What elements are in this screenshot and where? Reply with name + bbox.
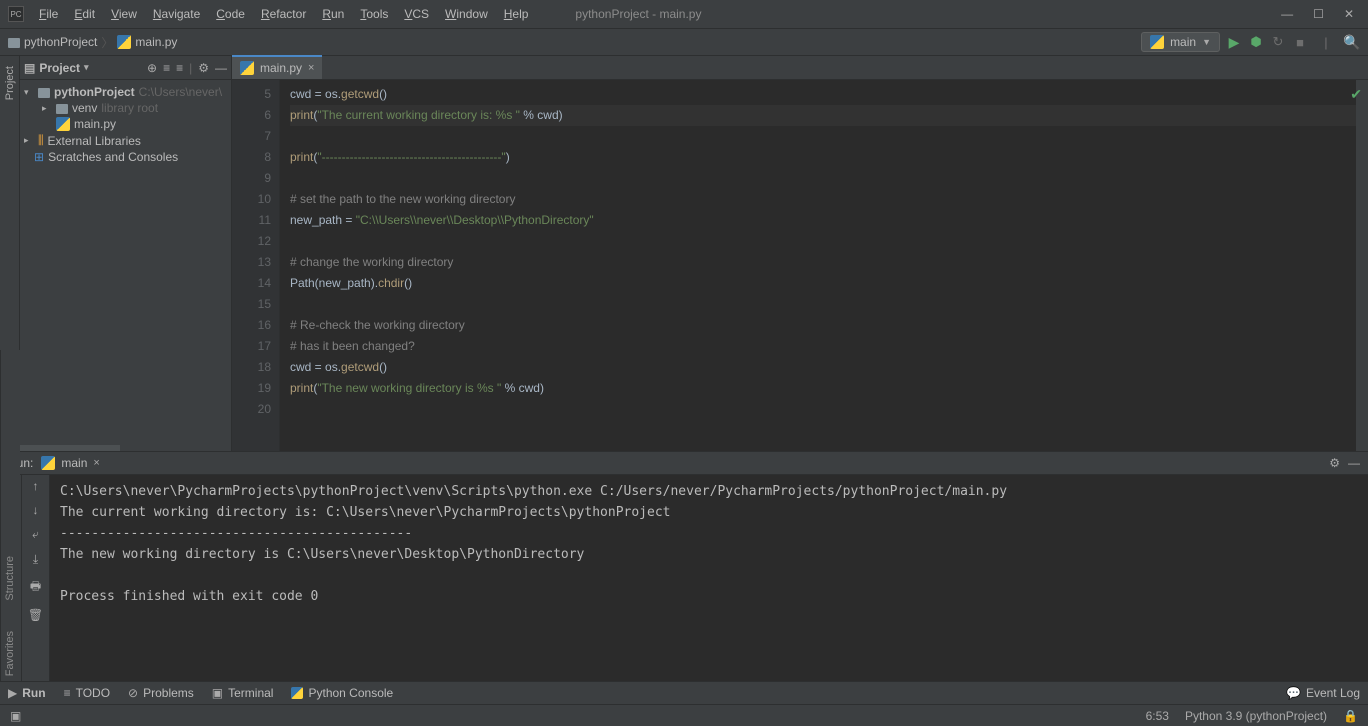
run-icon[interactable]: ▶ xyxy=(1226,34,1242,50)
clear-icon[interactable]: 🗑 xyxy=(28,608,43,622)
soft-wrap-icon[interactable]: ⤶ xyxy=(32,527,39,542)
folder-icon xyxy=(8,38,20,48)
editor: main.py × 567891011121314151617181920 cw… xyxy=(232,56,1368,451)
title-bar: PC FileEditViewNavigateCodeRefactorRunTo… xyxy=(0,0,1368,28)
window-title: pythonProject - main.py xyxy=(575,7,1281,21)
hide-icon[interactable]: — xyxy=(215,61,227,75)
python-file-icon xyxy=(117,35,131,49)
app-logo-icon: PC xyxy=(8,6,24,22)
bottom-tab-problems[interactable]: ⊘Problems xyxy=(128,686,194,700)
settings-icon[interactable]: ⚙ xyxy=(198,61,209,75)
cursor-position[interactable]: 6:53 xyxy=(1146,709,1169,723)
run-tool-window: Run: main × ⚙ — ▶ 🔧 ■ ≡ 📌 ↑ ↓ ⤶ ⤓ 🖶 🗑 C:… xyxy=(0,451,1368,681)
breadcrumb-file[interactable]: main.py xyxy=(135,35,177,49)
navigation-bar: pythonProject 〉 main.py main ▼ ▶ ⬢ ↻ ■ |… xyxy=(0,28,1368,56)
bottom-tool-stripe: Structure Favorites ▶Run ≡TODO ⊘Problems… xyxy=(0,681,1368,704)
menu-run[interactable]: Run xyxy=(315,3,351,25)
sidebar-tab-structure[interactable]: Structure xyxy=(4,556,16,601)
run-coverage-icon[interactable]: ↻ xyxy=(1270,34,1286,50)
menu-window[interactable]: Window xyxy=(438,3,495,25)
close-icon[interactable]: ✕ xyxy=(1344,7,1354,21)
stop-icon[interactable]: ■ xyxy=(1292,34,1308,50)
hide-icon[interactable]: — xyxy=(1348,456,1360,470)
minimize-icon[interactable]: — xyxy=(1281,7,1293,21)
interpreter-status[interactable]: Python 3.9 (pythonProject) xyxy=(1185,709,1327,723)
lock-icon[interactable]: 🔒 xyxy=(1343,709,1358,723)
menu-edit[interactable]: Edit xyxy=(67,3,102,25)
select-opened-file-icon[interactable]: ⊕ xyxy=(147,61,157,75)
tree-file-main[interactable]: main.py xyxy=(20,116,231,132)
project-tool-window: ▤ Project▾ ⊕ ≡ ≡ | ⚙ — ▾ pythonProject C… xyxy=(20,56,232,451)
separator: | xyxy=(1318,34,1334,50)
tree-root[interactable]: ▾ pythonProject C:\Users\never\ xyxy=(20,84,231,100)
inspection-ok-icon[interactable]: ✔ xyxy=(1350,86,1362,103)
python-icon xyxy=(41,456,55,470)
run-config-selector[interactable]: main ▼ xyxy=(1141,32,1220,52)
project-panel-title: Project xyxy=(39,61,80,75)
print-icon[interactable]: 🖶 xyxy=(30,577,41,598)
run-config-name: main xyxy=(1170,35,1196,49)
breadcrumb-project[interactable]: pythonProject xyxy=(24,35,97,49)
line-number-gutter[interactable]: 567891011121314151617181920 xyxy=(232,80,280,451)
menu-view[interactable]: View xyxy=(104,3,144,25)
bottom-tab-python-console[interactable]: Python Console xyxy=(291,686,393,700)
bottom-tab-terminal[interactable]: ▣Terminal xyxy=(212,686,274,700)
collapse-all-icon[interactable]: ≡ xyxy=(176,61,183,75)
python-file-icon xyxy=(240,61,254,75)
run-tab-label: main xyxy=(61,456,87,470)
code-area[interactable]: cwd = os.getcwd()print("The current work… xyxy=(280,80,1356,451)
tab-label: main.py xyxy=(260,61,302,75)
editor-scrollbar[interactable] xyxy=(1356,80,1368,451)
bottom-tab-event-log[interactable]: 💬Event Log xyxy=(1286,686,1360,700)
python-file-icon xyxy=(56,117,70,131)
sidebar-tab-favorites[interactable]: Favorites xyxy=(4,631,16,676)
tree-external-libraries[interactable]: ▸⫼ External Libraries xyxy=(20,132,231,149)
run-console-toolbar: ↑ ↓ ⤶ ⤓ 🖶 🗑 xyxy=(22,475,50,681)
menu-refactor[interactable]: Refactor xyxy=(254,3,313,25)
search-everywhere-icon[interactable]: 🔍 xyxy=(1344,34,1360,50)
bottom-tab-todo[interactable]: ≡TODO xyxy=(64,686,110,700)
python-icon xyxy=(1150,35,1164,49)
menu-help[interactable]: Help xyxy=(497,3,536,25)
status-bar: ▣ 6:53 Python 3.9 (pythonProject) 🔒 xyxy=(0,704,1368,726)
close-tab-icon[interactable]: × xyxy=(308,62,314,74)
expand-all-icon[interactable]: ≡ xyxy=(163,61,170,75)
console-output[interactable]: C:\Users\never\PycharmProjects\pythonPro… xyxy=(50,475,1368,681)
sidebar-tab-project[interactable]: Project xyxy=(4,66,16,100)
menu-vcs[interactable]: VCS xyxy=(397,3,436,25)
scroll-end-icon[interactable]: ⤓ xyxy=(33,552,38,567)
tool-windows-icon[interactable]: ▣ xyxy=(10,709,21,723)
run-tab[interactable]: main × xyxy=(41,456,99,470)
menu-code[interactable]: Code xyxy=(209,3,252,25)
main-menu: FileEditViewNavigateCodeRefactorRunTools… xyxy=(32,3,535,25)
menu-tools[interactable]: Tools xyxy=(353,3,395,25)
debug-icon[interactable]: ⬢ xyxy=(1248,34,1264,50)
bottom-tab-run[interactable]: ▶Run xyxy=(8,686,46,700)
maximize-icon[interactable]: ☐ xyxy=(1313,7,1324,21)
up-trace-icon[interactable]: ↑ xyxy=(33,479,39,493)
tree-venv[interactable]: ▸ venv library root xyxy=(20,100,231,116)
settings-icon[interactable]: ⚙ xyxy=(1329,456,1340,470)
tree-scratches[interactable]: ⊞ Scratches and Consoles xyxy=(20,149,231,165)
down-trace-icon[interactable]: ↓ xyxy=(33,503,39,517)
menu-navigate[interactable]: Navigate xyxy=(146,3,207,25)
menu-file[interactable]: File xyxy=(32,3,65,25)
editor-tab-main[interactable]: main.py × xyxy=(232,55,322,79)
